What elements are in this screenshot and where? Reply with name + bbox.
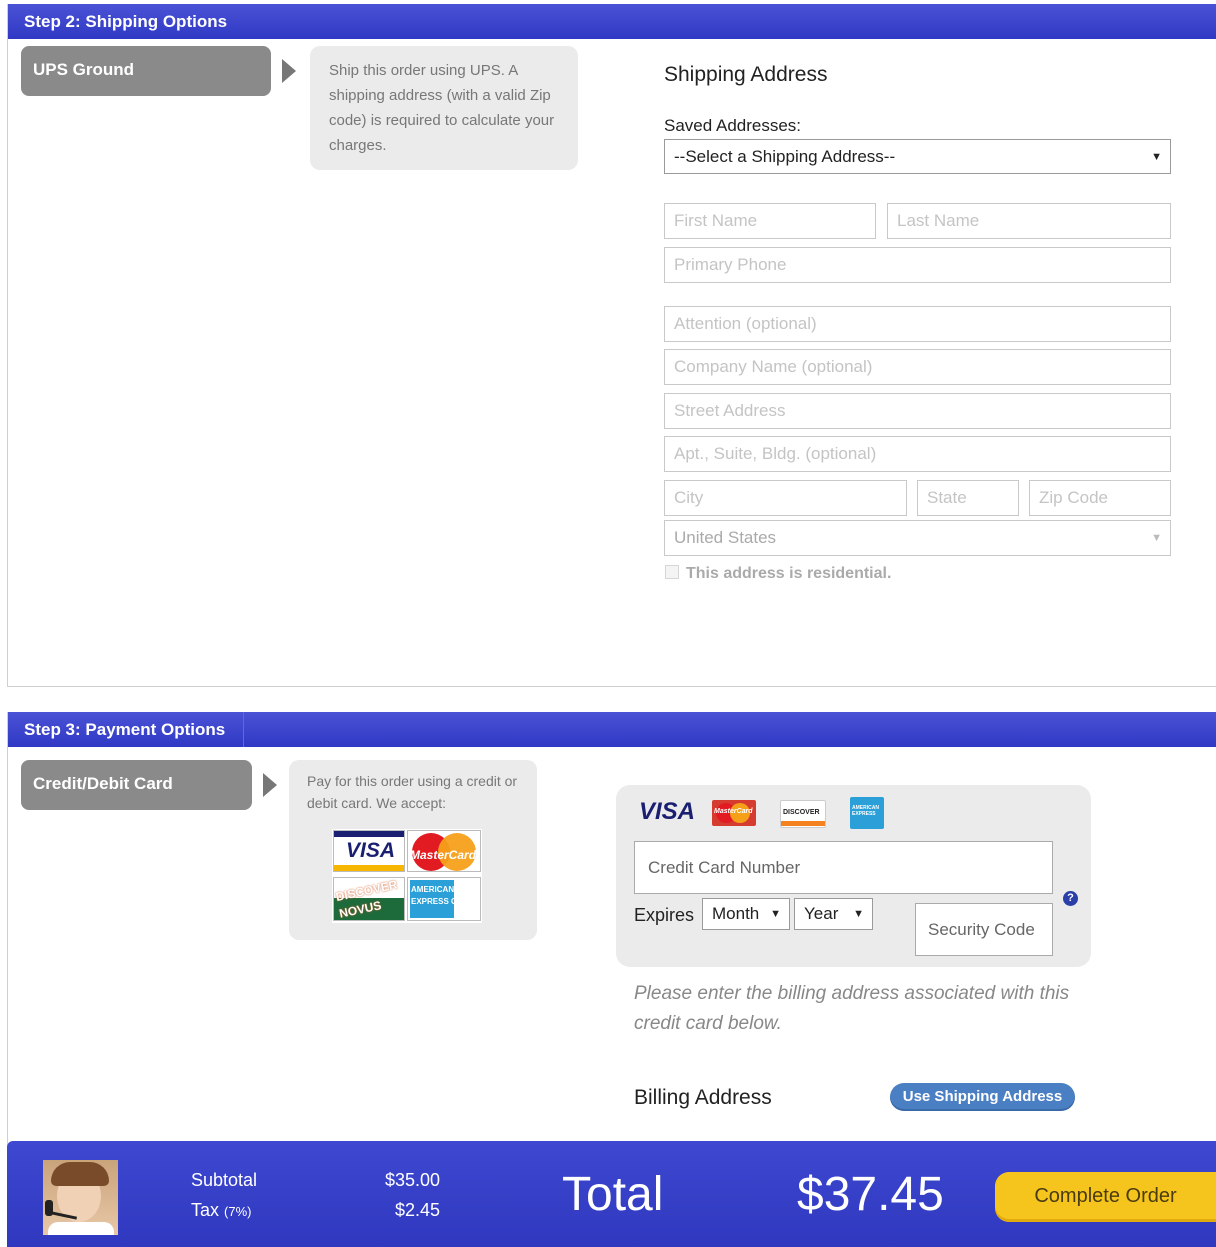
last-name-placeholder: Last Name — [897, 211, 980, 230]
shipping-description-box: Ship this order using UPS. A shipping ad… — [310, 46, 578, 170]
saved-addresses-label: Saved Addresses: — [664, 116, 802, 135]
visa-icon: VISA — [639, 798, 696, 825]
mastercard-icon-text: MasterCard — [714, 808, 753, 815]
city-field[interactable]: City — [664, 480, 907, 516]
amex-icon: AMERICAN EXPRESS — [850, 797, 884, 829]
primary-phone-field[interactable]: Primary Phone — [664, 247, 1171, 283]
total-label: Total — [562, 1168, 664, 1221]
security-code-placeholder: Security Code — [928, 919, 1035, 939]
expiry-month-value: Month — [712, 904, 760, 923]
saved-address-select[interactable]: --Select a Shipping Address-- ▼ — [664, 139, 1171, 174]
shipping-section-title: Step 2: Shipping Options — [24, 12, 228, 31]
amex-cards-logo-text: AMERICAN EXPRESS Cards — [411, 885, 474, 906]
visa-logo: VISA — [333, 830, 405, 872]
street-address-field[interactable]: Street Address — [664, 393, 1171, 429]
billing-note: Please enter the billing address associa… — [634, 983, 1070, 1034]
first-name-placeholder: First Name — [674, 211, 758, 230]
primary-phone-placeholder: Primary Phone — [674, 255, 787, 274]
ups-ground-button[interactable]: UPS Ground — [21, 46, 271, 96]
amex-icon-text: AMERICAN EXPRESS — [852, 805, 879, 817]
credit-debit-card-label: Credit/Debit Card — [33, 774, 173, 793]
country-select-value: United States — [674, 528, 777, 547]
credit-card-number-field[interactable]: Credit Card Number — [634, 841, 1053, 894]
mastercard-logo: MasterCard — [407, 830, 481, 872]
card-entry-box: VISA MasterCard DISCOVER AMERICAN EXPRES… — [616, 785, 1091, 967]
state-field[interactable]: State — [917, 480, 1019, 516]
discover-icon: DISCOVER — [780, 800, 826, 828]
zip-code-placeholder: Zip Code — [1039, 488, 1108, 507]
dropdown-caret-icon: ▼ — [1151, 150, 1162, 163]
accepted-cards-image: VISA MasterCard DISCOVER NOVUS AMERICAN … — [332, 829, 482, 923]
tax-label-text: Tax — [191, 1200, 220, 1220]
city-placeholder: City — [674, 488, 704, 507]
tax-label: Tax (7%) — [191, 1200, 251, 1221]
residential-checkbox[interactable] — [665, 565, 679, 579]
residential-label: This address is residential. — [686, 565, 892, 582]
payment-description: Pay for this order using a credit or deb… — [307, 773, 518, 811]
security-code-help-icon[interactable]: ? — [1063, 891, 1078, 906]
company-name-placeholder: Company Name (optional) — [674, 357, 873, 376]
street-address-placeholder: Street Address — [674, 401, 786, 420]
shipping-description: Ship this order using UPS. A shipping ad… — [329, 62, 555, 154]
apt-suite-field[interactable]: Apt., Suite, Bldg. (optional) — [664, 436, 1171, 472]
mastercard-logo-text: MasterCard — [410, 848, 477, 862]
payment-section-title: Step 3: Payment Options — [24, 720, 226, 739]
attention-field[interactable]: Attention (optional) — [664, 306, 1171, 342]
payment-section: Step 3: Payment Options Credit/Debit Car… — [7, 712, 1216, 1152]
header-divider — [243, 712, 244, 747]
expiry-month-select[interactable]: Month ▼ — [702, 898, 790, 930]
country-select[interactable]: United States ▼ — [664, 520, 1171, 556]
payment-description-box: Pay for this order using a credit or deb… — [289, 760, 537, 940]
use-shipping-address-button[interactable]: Use Shipping Address — [890, 1083, 1075, 1111]
shipping-section-header: Step 2: Shipping Options — [8, 4, 1216, 39]
help-icon-glyph: ? — [1067, 892, 1074, 904]
subtotal-value: $35.00 — [384, 1170, 440, 1190]
use-shipping-address-label: Use Shipping Address — [902, 1088, 1063, 1105]
discover-novus-logo: DISCOVER NOVUS — [333, 877, 405, 921]
dropdown-caret-icon: ▼ — [1151, 532, 1162, 544]
credit-card-number-placeholder: Credit Card Number — [648, 857, 801, 877]
complete-order-label: Complete Order — [1034, 1185, 1177, 1207]
complete-order-button[interactable]: Complete Order — [995, 1172, 1216, 1222]
mastercard-icon: MasterCard — [712, 800, 756, 826]
discover-icon-text: DISCOVER — [783, 809, 820, 816]
company-name-field[interactable]: Company Name (optional) — [664, 349, 1171, 385]
visa-logo-text: VISA — [346, 839, 396, 862]
support-agent-avatar[interactable] — [43, 1160, 118, 1235]
tax-rate: (7%) — [224, 1204, 252, 1219]
amex-cards-logo: AMERICAN EXPRESS Cards — [407, 877, 481, 921]
total-value: $37.45 — [797, 1168, 944, 1221]
order-summary-bar: Subtotal Tax (7%) $35.00 $2.45 Total $37… — [7, 1141, 1216, 1247]
saved-address-select-value: --Select a Shipping Address-- — [674, 146, 896, 166]
tax-value: $2.45 — [394, 1200, 440, 1220]
shipping-section: Step 2: Shipping Options UPS Ground Ship… — [7, 4, 1216, 687]
first-name-field[interactable]: First Name — [664, 203, 876, 239]
arrow-right-icon — [263, 773, 277, 797]
credit-debit-card-button[interactable]: Credit/Debit Card — [21, 760, 252, 810]
shipping-address-title: Shipping Address — [664, 63, 828, 86]
expires-label: Expires — [634, 905, 695, 925]
last-name-field[interactable]: Last Name — [887, 203, 1171, 239]
dropdown-caret-icon: ▼ — [770, 908, 781, 920]
state-placeholder: State — [927, 488, 967, 507]
subtotal-label: Subtotal — [191, 1170, 258, 1190]
zip-code-field[interactable]: Zip Code — [1029, 480, 1171, 516]
ups-ground-label: UPS Ground — [33, 60, 135, 79]
arrow-right-icon — [282, 59, 296, 83]
apt-suite-placeholder: Apt., Suite, Bldg. (optional) — [674, 444, 877, 463]
payment-section-header: Step 3: Payment Options — [8, 712, 1216, 747]
security-code-field[interactable]: Security Code — [915, 903, 1053, 956]
expiry-year-value: Year — [804, 904, 839, 923]
billing-address-title: Billing Address — [634, 1086, 772, 1109]
dropdown-caret-icon: ▼ — [853, 908, 864, 920]
attention-placeholder: Attention (optional) — [674, 314, 817, 333]
expiry-year-select[interactable]: Year ▼ — [794, 898, 873, 930]
